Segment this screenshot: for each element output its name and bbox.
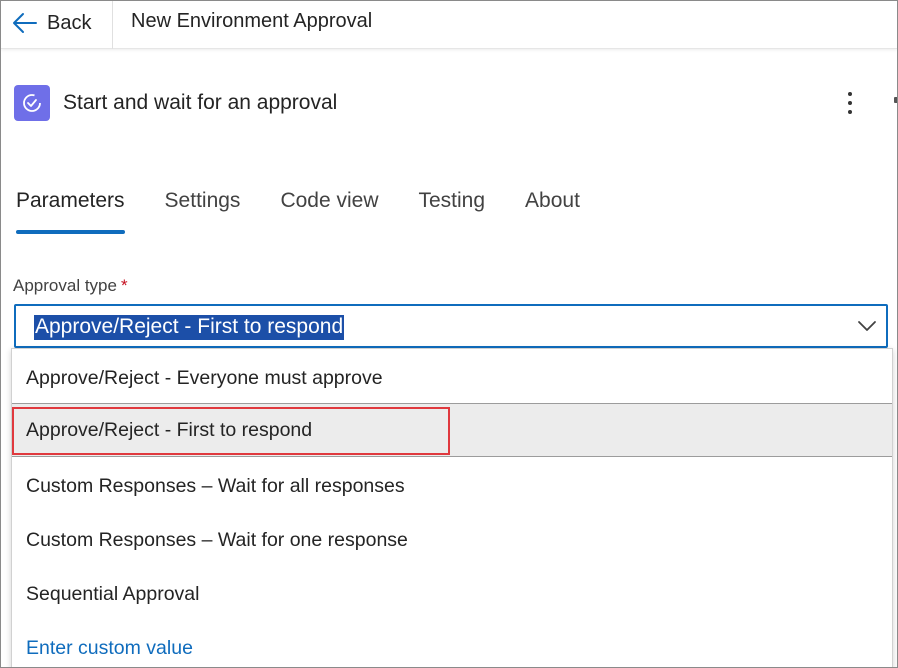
dropdown-option[interactable]: Custom Responses – Wait for all response…	[12, 459, 892, 513]
tab-about[interactable]: About	[525, 189, 580, 233]
tab-parameters[interactable]: Parameters	[16, 189, 125, 234]
tab-bar: Parameters Settings Code view Testing Ab…	[16, 189, 620, 239]
approval-icon	[14, 85, 50, 121]
flow-title: New Environment Approval	[131, 10, 373, 32]
tab-settings[interactable]: Settings	[165, 189, 241, 233]
dropdown-option-selected[interactable]: Approve/Reject - First to respond	[12, 403, 892, 457]
approval-type-dropdown[interactable]: Approve/Reject - First to respond	[14, 304, 888, 348]
enter-custom-value-option[interactable]: Enter custom value	[12, 621, 892, 667]
edge-marker	[894, 97, 897, 103]
more-options-icon[interactable]	[839, 89, 861, 117]
approval-type-label: Approval type *	[13, 276, 128, 296]
dropdown-selected-value[interactable]: Approve/Reject - First to respond	[34, 315, 345, 340]
required-mark: *	[120, 276, 128, 295]
field-label-text: Approval type	[13, 276, 117, 295]
back-button[interactable]: Back	[11, 7, 91, 39]
back-label: Back	[47, 11, 92, 34]
dropdown-option[interactable]: Custom Responses – Wait for one response	[12, 513, 892, 567]
tab-testing[interactable]: Testing	[419, 189, 486, 233]
tab-code-view[interactable]: Code view	[280, 189, 378, 233]
action-title: Start and wait for an approval	[63, 91, 338, 114]
dropdown-list: Approve/Reject - Everyone must approve A…	[11, 348, 893, 667]
top-bar: Back New Environment Approval	[1, 1, 897, 49]
app-frame: Back New Environment Approval Start and …	[0, 0, 898, 668]
dropdown-option[interactable]: Sequential Approval	[12, 567, 892, 621]
dropdown-option[interactable]: Approve/Reject - Everyone must approve	[12, 351, 892, 405]
topbar-divider	[112, 1, 113, 49]
chevron-down-icon[interactable]	[856, 318, 878, 334]
arrow-left-icon	[11, 12, 37, 34]
